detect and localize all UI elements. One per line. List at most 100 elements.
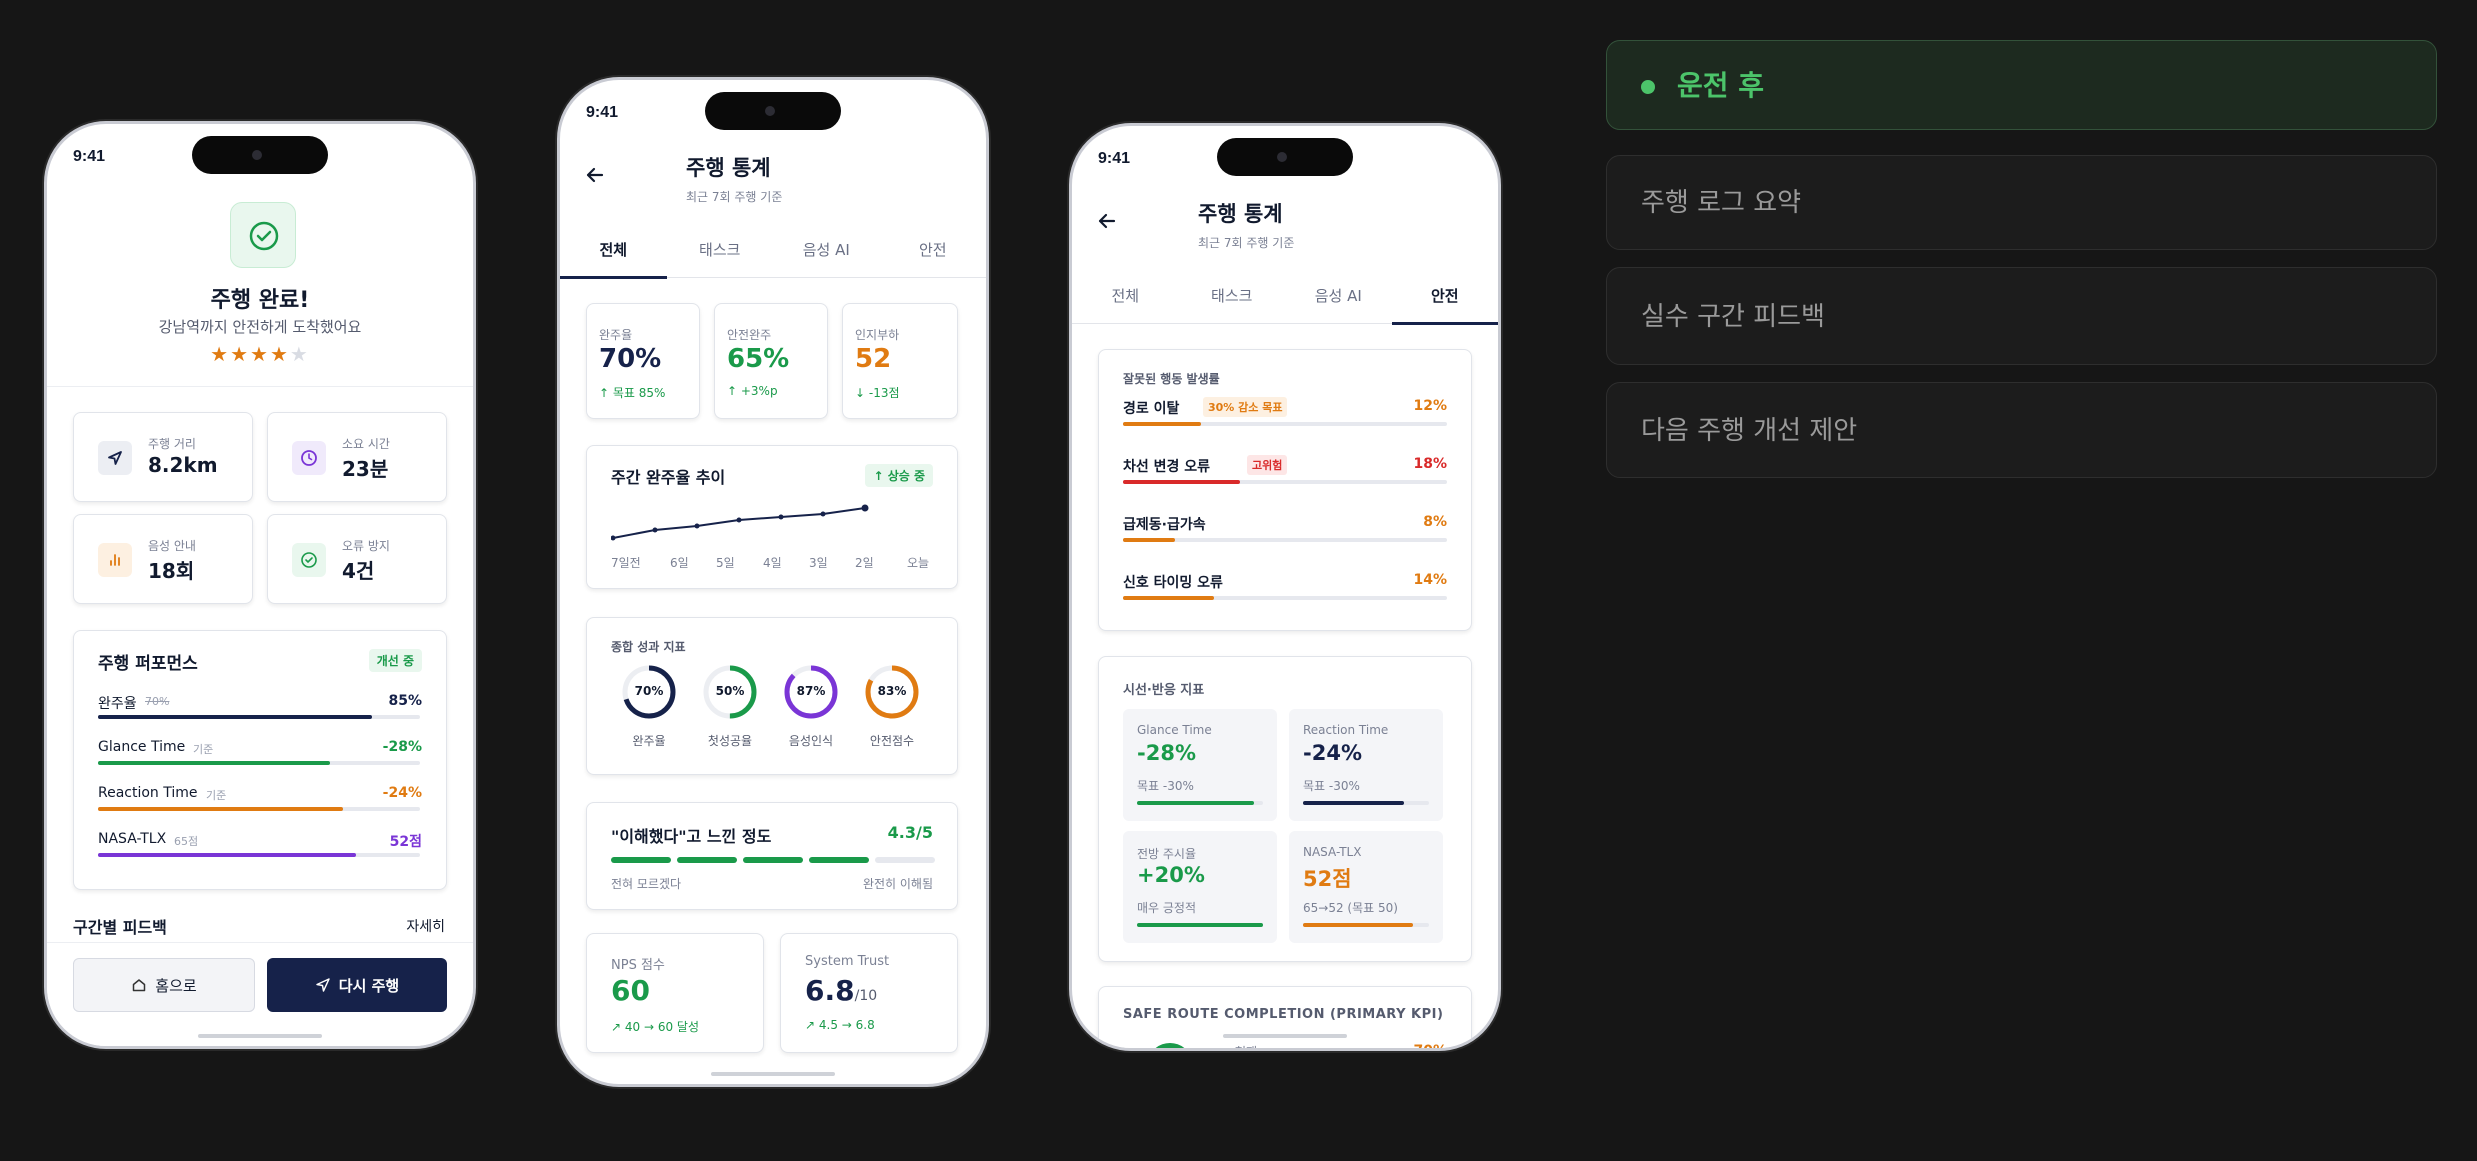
tab-all[interactable]: 전체 [1072,268,1179,324]
kpi-value: 52 [855,344,892,374]
stat-value: 4건 [342,559,375,583]
step-mistake-feedback[interactable]: 실수 구간 피드백 [1606,267,2437,365]
gaze-bar-fill [1303,923,1413,927]
behavior-value: 18% [1413,456,1447,472]
home-button[interactable]: 홈으로 [73,958,255,1012]
perf-label: Glance Time [98,739,186,755]
behavior-bar-fill [1123,538,1175,542]
gaze-tile-note: 65→52 (목표 50) [1303,901,1398,915]
understanding-score: 4.3/5 [887,823,933,842]
indicator-donut: 87% [781,662,841,722]
trend-point [652,527,658,533]
trust-label: System Trust [805,954,890,969]
tab-safety[interactable]: 안전 [1391,268,1499,325]
perf-sub: 70% [145,695,170,708]
tab-task[interactable]: 태스크 [667,222,774,278]
tab-all[interactable]: 전체 [560,222,667,279]
kpi-delta: ↑ 목표 85% [599,386,666,400]
understanding-title: "이해했다"고 느낀 정도 [611,827,772,846]
step-next-improvement[interactable]: 다음 주행 개선 제안 [1606,382,2437,478]
stat-value: 23분 [342,457,389,481]
behavior-bar-fill [1123,480,1240,484]
stat-card-errors: 오류 방지 4건 [267,514,447,604]
step-post-drive[interactable]: 운전 후 [1606,40,2437,130]
kpi-card-completion: 완주율 70% ↑ 목표 85% [586,303,700,419]
dynamic-island [705,92,841,130]
gaze-bar-track [1303,801,1429,805]
behavior-label: 차선 변경 오류 [1123,459,1211,475]
gaze-bar-fill [1137,801,1254,805]
trip-complete-subtitle: 강남역까지 안전하게 도착했어요 [158,318,362,336]
donut-label: 완주율 [632,734,666,748]
gaze-bar-track [1137,923,1263,927]
stat-label: 오류 방지 [342,539,390,553]
perf-bar-fill [98,853,356,857]
tab-voice-ai[interactable]: 음성 AI [773,222,880,278]
star-empty-icon: ★ [289,342,310,366]
gaze-bar-fill [1303,801,1404,805]
phone-stats-overview: 9:41 주행 통계 최근 7회 주행 기준 전체 태스크 음성 AI 안전 완… [557,77,989,1087]
retry-button[interactable]: 다시 주행 [267,958,447,1012]
gaze-tile-label: 전방 주시율 [1137,847,1197,861]
trust-value: 6.8 [805,974,855,1007]
step-log-summary[interactable]: 주행 로그 요약 [1606,155,2437,250]
status-time: 9:41 [1098,150,1131,167]
safe-route-value: 70% [1413,1043,1447,1051]
gaze-tile-note: 목표 -30% [1137,779,1194,793]
nps-card: NPS 점수 60 ↗ 40 → 60 달성 [586,933,764,1053]
navigation-arrow-icon [98,441,132,475]
perf-value: 85% [388,693,422,709]
back-arrow-icon[interactable] [1094,208,1120,234]
nps-delta: ↗ 40 → 60 달성 [611,1020,699,1034]
trust-card: System Trust 6.8/10 ↗ 4.5 → 6.8 [780,933,958,1053]
tab-bar: 전체 태스크 음성 AI 안전 [560,222,987,279]
trend-axis-label: 5일 [716,556,735,570]
trust-value-row: 6.8/10 [805,974,877,1007]
kpi-card-cognitive-load: 인지부하 52 ↓ -13점 [842,303,958,419]
step-label: 실수 구간 피드백 [1641,302,1825,332]
page-subtitle: 최근 7회 주행 기준 [686,190,783,204]
perf-value: -28% [382,739,422,755]
behavior-bar-track [1123,538,1447,542]
perf-sub: 기준 [206,789,227,802]
trend-point [736,517,742,523]
stat-value: 18회 [148,559,195,583]
donut-value: 87% [796,684,826,698]
stat-card-distance: 주행 거리 8.2km [73,412,253,502]
gaze-tile-value: +20% [1137,863,1205,887]
indicators-title: 종합 성과 지표 [611,640,686,654]
divider [47,386,473,387]
trend-title: 주간 완주율 추이 [611,468,726,487]
gaze-tile-label: Glance Time [1137,723,1212,737]
stat-card-voice: 음성 안내 18회 [73,514,253,604]
rating-stars: ★★★★★ [47,342,473,366]
trend-card: 주간 완주율 추이 ↑ 상승 중 7일전 6일 5일 4일 3일 2일 오늘 [586,445,958,589]
likert-segment [677,857,737,863]
gaze-tile: 전방 주시율 +20% 매우 긍정적 [1123,831,1277,943]
tab-task[interactable]: 태스크 [1179,268,1286,324]
likert-scale [611,857,935,863]
perf-sub: 기준 [193,743,214,756]
trend-axis-label: 4일 [763,556,782,570]
trend-line-chart [611,504,869,541]
behavior-card: 잘못된 행동 발생률 경로 이탈 30% 감소 목표 12% 차선 변경 오류 고위험 1… [1098,349,1472,631]
perf-sub: 65점 [174,835,199,848]
page-title: 주행 통계 [686,156,771,180]
trend-axis-label: 오늘 [907,556,930,570]
perf-label: Reaction Time [98,785,198,801]
gaze-tile: NASA-TLX 52점 65→52 (목표 50) [1289,831,1443,943]
tab-voice-ai[interactable]: 음성 AI [1285,268,1392,324]
kpi-delta: ↓ -13점 [855,386,900,400]
stat-card-duration: 소요 시간 23분 [267,412,447,502]
gaze-tile-note: 매우 긍정적 [1137,901,1197,915]
back-arrow-icon[interactable] [582,162,608,188]
likert-high-label: 완전히 이해됨 [862,877,933,891]
stat-label: 주행 거리 [148,437,196,451]
tab-safety[interactable]: 안전 [880,222,987,278]
section-detail-link[interactable]: 자세히 [406,916,445,936]
perf-bar-track [98,853,420,857]
perf-bar-track [98,807,420,811]
gaze-bar-track [1137,801,1263,805]
safe-route-sub: 현재 [1235,1043,1257,1048]
donut-label: 안전점수 [869,734,915,748]
